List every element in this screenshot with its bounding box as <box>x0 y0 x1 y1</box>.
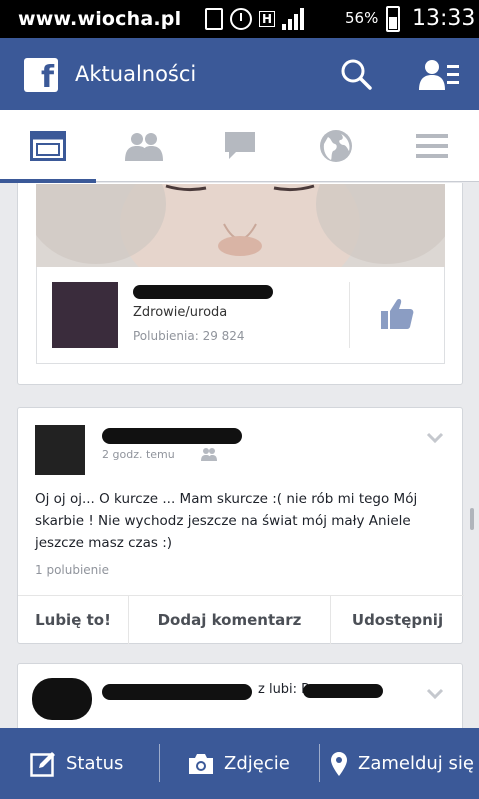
page-avatar <box>52 282 118 348</box>
page-likes-count: Polubienia: 29 824 <box>133 329 245 343</box>
news-feed[interactable]: Zdrowie/uroda Polubienia: 29 824 2 godz.… <box>0 183 479 728</box>
status-label: Status <box>66 753 124 774</box>
story-photo[interactable] <box>36 184 445 267</box>
globe-icon <box>320 130 352 162</box>
feed-story: Zdrowie/uroda Polubienia: 29 824 <box>17 183 463 385</box>
audience-friends-icon <box>201 448 217 461</box>
post-actions: Lubię to! Dodaj komentarz Udostępnij <box>18 595 464 644</box>
like-button[interactable]: Lubię to! <box>18 596 129 644</box>
redacted-author-name <box>102 684 252 700</box>
checkin-label: Zamelduj się <box>358 753 474 774</box>
status-bar: www.wiocha.pl H 56% 13:33 <box>0 0 479 38</box>
chevron-down-icon[interactable] <box>426 688 444 700</box>
feed-post: z lubi: P <box>17 663 463 728</box>
friends-icon <box>125 133 163 161</box>
share-button[interactable]: Udostępnij <box>331 596 464 644</box>
clock: 13:33 <box>412 6 476 31</box>
chevron-down-icon[interactable] <box>426 432 444 444</box>
tab-bar <box>0 110 479 183</box>
facebook-logo: f <box>24 58 58 92</box>
camera-icon <box>189 753 213 774</box>
page-preview[interactable]: Zdrowie/uroda Polubienia: 29 824 <box>36 267 445 364</box>
author-avatar[interactable] <box>35 425 85 475</box>
scrollbar[interactable] <box>470 508 474 530</box>
news-feed-icon <box>30 131 66 161</box>
divider <box>159 744 160 782</box>
battery-icon <box>386 6 400 32</box>
pencil-icon <box>30 751 55 777</box>
post-text: Oj oj oj... O kurcze ... Mam skurcze :( … <box>35 491 418 551</box>
comment-button[interactable]: Dodaj komentarz <box>129 596 331 644</box>
tab-friends[interactable] <box>96 110 192 182</box>
feed-post: 2 godz. temu Oj oj oj... O kurcze ... Ma… <box>17 407 464 644</box>
friend-requests-icon[interactable] <box>418 58 460 92</box>
menu-icon <box>416 134 448 158</box>
battery-percent: 56% <box>345 9 379 27</box>
activity-text: z lubi: P <box>258 682 310 697</box>
status-icons: H <box>205 6 305 32</box>
watermark: www.wiocha.pl <box>18 8 182 30</box>
alarm-icon <box>230 8 252 30</box>
divider <box>349 282 350 348</box>
photo-button[interactable]: Zdjęcie <box>188 728 290 799</box>
post-likes-count[interactable]: 1 polubienie <box>35 563 109 577</box>
status-button[interactable]: Status <box>30 728 123 799</box>
author-avatar[interactable] <box>32 678 92 720</box>
composer-bar: Status Zdjęcie Zamelduj się <box>0 728 479 799</box>
photo-label: Zdjęcie <box>224 753 290 774</box>
page-title: Aktualności <box>75 62 197 86</box>
signal-icon <box>282 8 305 30</box>
redacted-author-name <box>102 428 242 444</box>
divider <box>319 744 320 782</box>
like-page-icon[interactable] <box>380 297 414 331</box>
network-type: H <box>259 11 276 27</box>
location-pin-icon <box>331 751 347 776</box>
notification-icon <box>205 8 223 30</box>
redacted-page-name <box>133 285 273 299</box>
page-category: Zdrowie/uroda <box>133 305 228 320</box>
tab-news-feed[interactable] <box>0 110 96 183</box>
messages-icon <box>225 132 255 159</box>
redacted-name <box>303 684 383 698</box>
search-icon[interactable] <box>340 58 372 90</box>
post-timestamp[interactable]: 2 godz. temu <box>102 448 175 461</box>
tab-messages[interactable] <box>192 110 288 182</box>
tab-menu[interactable] <box>384 110 479 182</box>
tab-notifications[interactable] <box>288 110 384 182</box>
app-header: f Aktualności <box>0 38 479 110</box>
checkin-button[interactable]: Zamelduj się <box>330 728 474 799</box>
face-photo <box>36 184 445 267</box>
